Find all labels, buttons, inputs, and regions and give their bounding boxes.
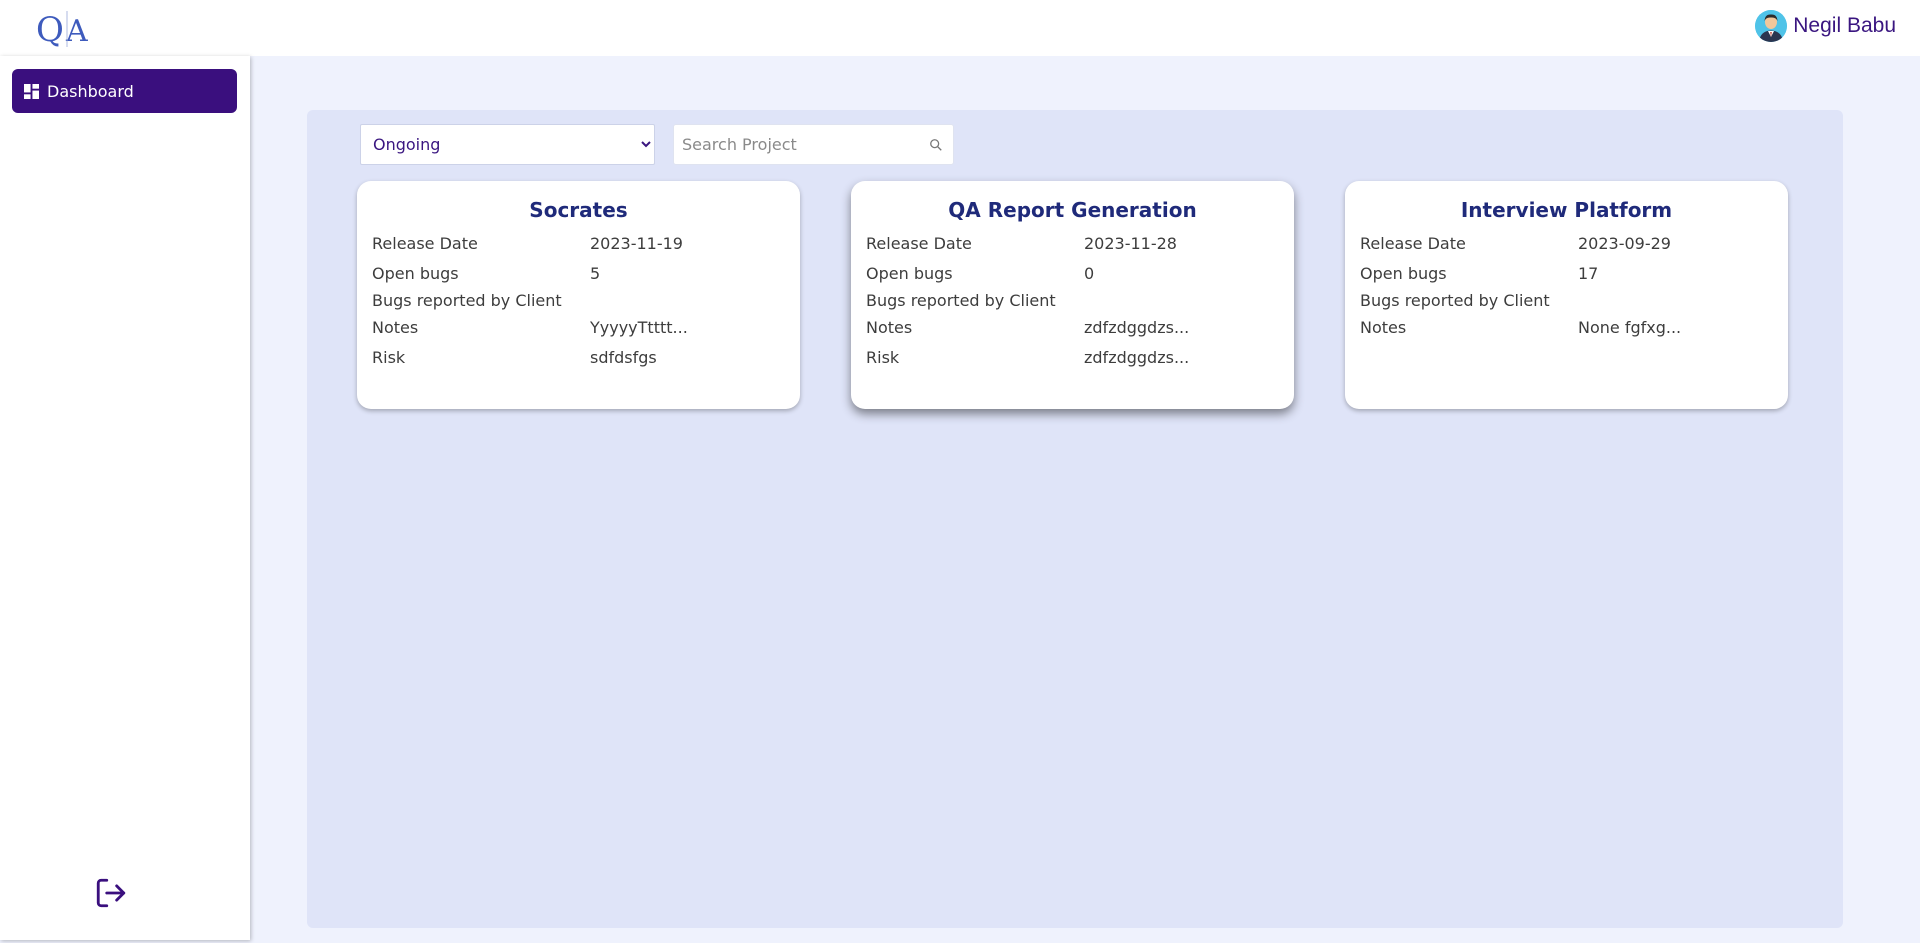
release-date-row: Release Date 2023-11-28 (866, 229, 1294, 259)
project-card-qa-report-generation[interactable]: QA Report Generation Release Date 2023-1… (851, 181, 1294, 409)
client-bugs-label: Bugs reported by Client (866, 291, 1056, 310)
project-details: Release Date 2023-11-19 Open bugs 5 Bugs… (357, 229, 800, 373)
notes-label: Notes (866, 318, 913, 337)
open-bugs-label: Open bugs (1360, 264, 1447, 283)
project-details: Release Date 2023-09-29 Open bugs 17 Bug… (1345, 229, 1788, 343)
search-icon[interactable] (929, 138, 943, 152)
client-bugs-value (1578, 289, 1788, 313)
risk-value: sdfdsfgs (590, 348, 657, 367)
release-date-row: Release Date 2023-09-29 (1360, 229, 1788, 259)
release-date-label: Release Date (1360, 234, 1466, 253)
sidebar-item-dashboard[interactable]: Dashboard (12, 69, 237, 113)
user-menu[interactable]: Negil Babu (1755, 9, 1896, 43)
project-title: Socrates (529, 198, 628, 222)
open-bugs-row: Open bugs 5 (372, 259, 800, 289)
release-date-label: Release Date (372, 234, 478, 253)
notes-value: zdfzdggdzs... (1084, 318, 1190, 337)
risk-row: Risk sdfdsfgs (372, 343, 800, 373)
open-bugs-label: Open bugs (866, 264, 953, 283)
dashboard-grid-icon (24, 83, 39, 99)
open-bugs-row: Open bugs 17 (1360, 259, 1788, 289)
svg-text:A: A (65, 14, 88, 49)
release-date-row: Release Date 2023-11-19 (372, 229, 800, 259)
project-title: QA Report Generation (948, 198, 1197, 222)
notes-row: Notes YyyyyTtttt... (372, 313, 800, 343)
project-details: Release Date 2023-11-28 Open bugs 0 Bugs… (851, 229, 1294, 373)
project-card-socrates[interactable]: Socrates Release Date 2023-11-19 Open bu… (357, 181, 800, 409)
risk-value: zdfzdggdzs... (1084, 348, 1190, 367)
client-bugs-label: Bugs reported by Client (372, 291, 562, 310)
open-bugs-value: 17 (1578, 264, 1599, 283)
client-bugs-row: Bugs reported by Client (372, 289, 800, 313)
open-bugs-label: Open bugs (372, 264, 459, 283)
search-box (673, 124, 954, 165)
open-bugs-value: 0 (1084, 264, 1095, 283)
svg-text:Q: Q (36, 10, 64, 50)
project-card-interview-platform[interactable]: Interview Platform Release Date 2023-09-… (1345, 181, 1788, 409)
client-bugs-label: Bugs reported by Client (1360, 291, 1550, 310)
risk-row: Risk zdfzdggdzs... (866, 343, 1294, 373)
notes-value: None fgfxg... (1578, 318, 1682, 337)
search-input[interactable] (674, 125, 929, 164)
user-name: Negil Babu (1793, 14, 1896, 37)
user-avatar-icon (1755, 10, 1788, 42)
notes-row: Notes None fgfxg... (1360, 313, 1788, 343)
open-bugs-row: Open bugs 0 (866, 259, 1294, 289)
risk-label: Risk (866, 348, 900, 367)
project-title: Interview Platform (1460, 198, 1673, 222)
client-bugs-row: Bugs reported by Client (1360, 289, 1788, 313)
open-bugs-value: 5 (590, 264, 601, 283)
top-bar: Q A Negil Babu (0, 0, 1920, 56)
sidebar: Dashboard (0, 56, 250, 940)
notes-row: Notes zdfzdggdzs... (866, 313, 1294, 343)
risk-label: Risk (372, 348, 406, 367)
qa-logo-icon: Q A (36, 10, 88, 50)
sidebar-item-label: Dashboard (47, 81, 134, 101)
notes-label: Notes (1360, 318, 1407, 337)
release-date-label: Release Date (866, 234, 972, 253)
notes-label: Notes (372, 318, 419, 337)
client-bugs-row: Bugs reported by Client (866, 289, 1294, 313)
release-date-value: 2023-11-28 (1084, 234, 1177, 253)
notes-value: YyyyyTtttt... (590, 318, 688, 337)
client-bugs-value (590, 289, 800, 313)
release-date-value: 2023-11-19 (590, 234, 683, 253)
status-filter-select[interactable]: Ongoing (360, 124, 655, 165)
client-bugs-value (1084, 289, 1294, 313)
logout-icon[interactable] (94, 876, 128, 910)
release-date-value: 2023-09-29 (1578, 234, 1671, 253)
